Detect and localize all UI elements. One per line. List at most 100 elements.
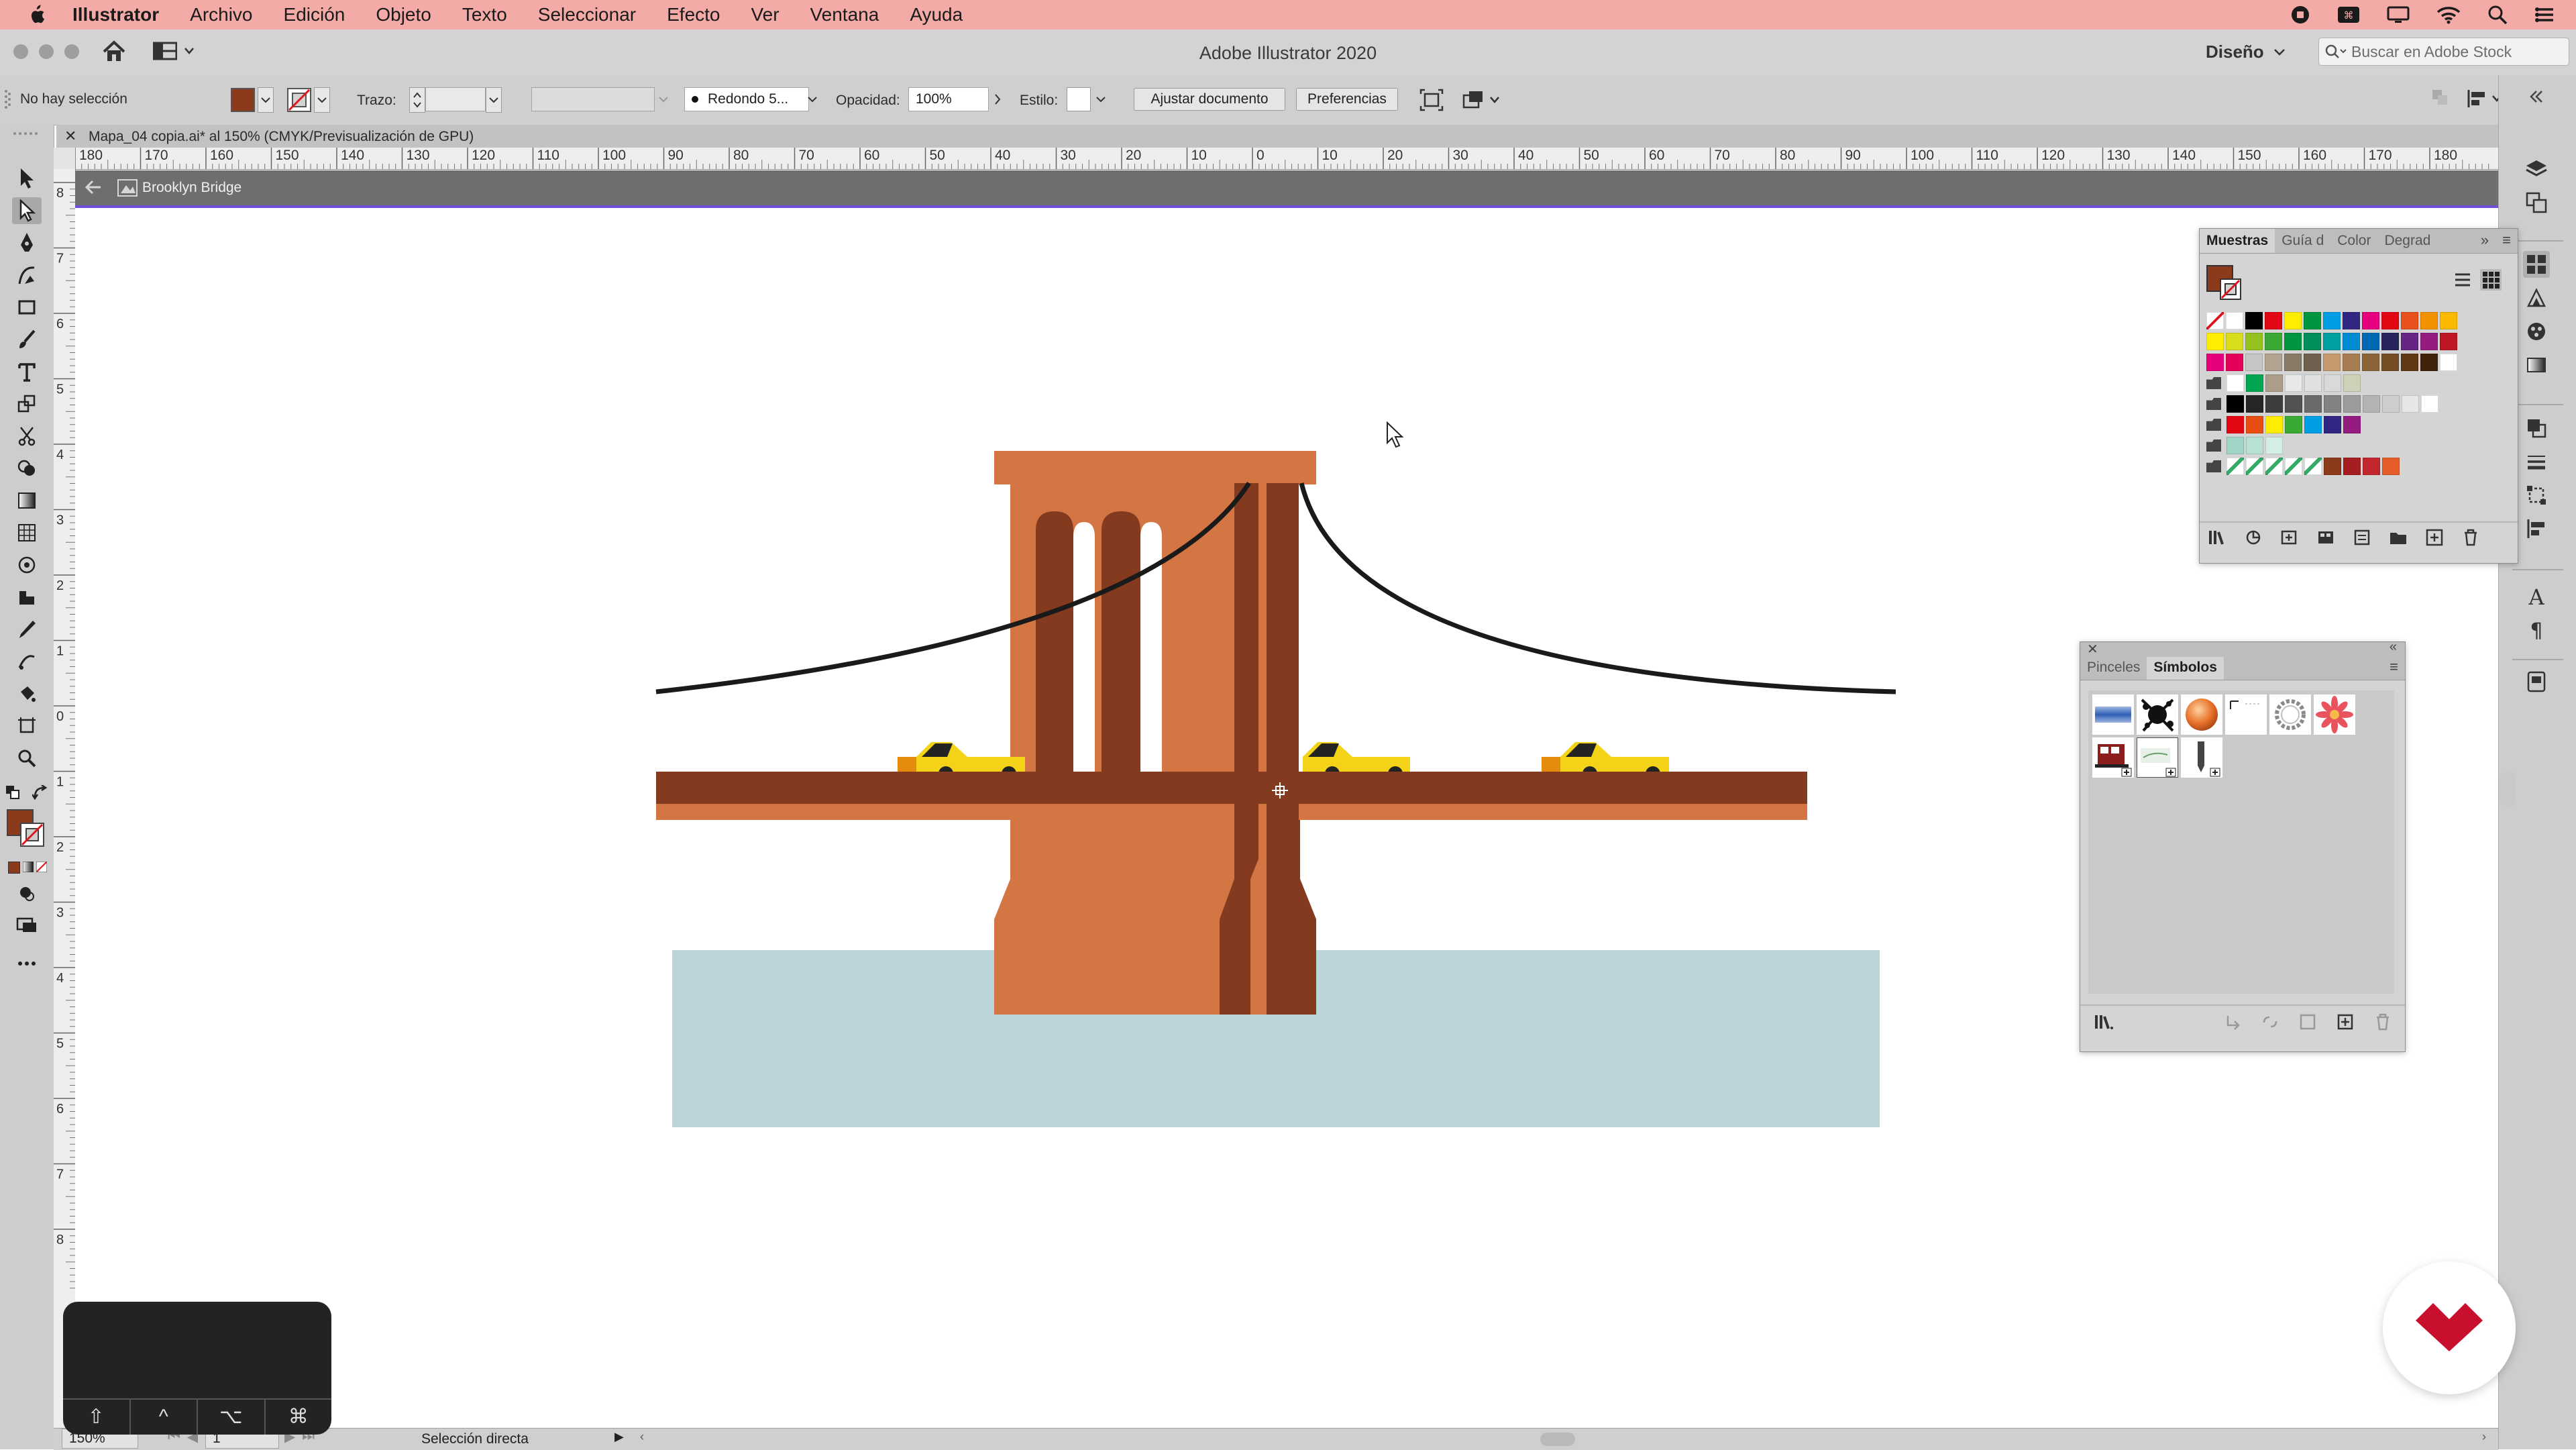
color-swatch[interactable] — [2362, 312, 2379, 329]
symbol-sprayer-tool-icon[interactable] — [12, 552, 42, 578]
symbols-icon[interactable] — [2523, 318, 2550, 345]
chevron-down-icon[interactable] — [314, 87, 330, 113]
ruler-origin[interactable] — [54, 148, 76, 170]
add-to-library-icon[interactable] — [2280, 528, 2299, 547]
brush-definition-select[interactable]: Redondo 5... — [684, 87, 809, 111]
color-swatch[interactable] — [2284, 333, 2302, 350]
dashed-frame-symbol[interactable] — [2225, 694, 2267, 735]
menu-ventana[interactable]: Ventana — [810, 4, 879, 25]
character-icon[interactable]: A — [2523, 584, 2550, 611]
apple-menu-icon[interactable] — [27, 4, 46, 25]
color-swatch[interactable] — [2323, 354, 2341, 371]
chevron-down-icon[interactable] — [486, 87, 502, 113]
panel-menu-icon[interactable]: ≡ — [2497, 231, 2518, 253]
chevron-down-icon[interactable] — [656, 87, 671, 111]
status-menu-arrow-icon[interactable]: ▶ — [614, 1430, 624, 1444]
screen-mode-icon[interactable] — [12, 911, 42, 938]
none-mode-button[interactable] — [36, 862, 47, 872]
display-icon[interactable] — [2387, 6, 2410, 23]
align-options-button[interactable] — [1461, 89, 1500, 111]
stroke-icon[interactable] — [2523, 448, 2550, 475]
tram-symbol[interactable] — [2092, 737, 2134, 778]
color-swatch[interactable] — [2343, 416, 2361, 433]
chevron-down-icon[interactable] — [805, 87, 820, 111]
color-swatch[interactable] — [2284, 354, 2302, 371]
wifi-icon[interactable] — [2436, 5, 2461, 24]
color-swatch[interactable] — [2265, 374, 2283, 392]
menu-texto[interactable]: Texto — [462, 4, 507, 25]
artboard-tool-icon[interactable] — [12, 713, 42, 739]
pen-tool-icon[interactable] — [12, 229, 42, 256]
mesh-tool-icon[interactable] — [12, 519, 42, 546]
color-swatch[interactable] — [2284, 312, 2302, 329]
pencil-symbol[interactable] — [2181, 737, 2222, 778]
close-tab-icon[interactable]: ✕ — [64, 127, 76, 145]
adobe-stock-search-input[interactable]: Buscar en Adobe Stock — [2318, 38, 2569, 66]
new-symbol-icon[interactable] — [2337, 1013, 2354, 1031]
graphic-style-swatch[interactable] — [1067, 87, 1091, 111]
menu-seleccionar[interactable]: Seleccionar — [538, 4, 636, 25]
color-swatch[interactable] — [2226, 395, 2244, 413]
control-center-icon[interactable] — [2534, 5, 2556, 24]
color-group-folder-icon[interactable] — [2206, 439, 2221, 452]
registration-swatch[interactable] — [2226, 312, 2243, 329]
tab-pinceles[interactable]: Pinceles — [2080, 660, 2147, 680]
color-swatch[interactable] — [2265, 354, 2282, 371]
stepper-icon[interactable] — [409, 87, 425, 113]
color-swatch[interactable] — [2285, 395, 2302, 413]
rotate-scale-tool-icon[interactable] — [12, 391, 42, 417]
pattern-swatch[interactable] — [2246, 458, 2263, 475]
isolation-group-name[interactable]: Brooklyn Bridge — [142, 180, 241, 196]
spotlight-icon[interactable] — [2487, 5, 2508, 25]
symbol-options-icon[interactable] — [2299, 1013, 2316, 1031]
color-swatch[interactable] — [2304, 374, 2322, 392]
color-swatch[interactable] — [2226, 374, 2244, 392]
color-swatch[interactable] — [2246, 416, 2263, 433]
delete-symbol-icon[interactable] — [2374, 1013, 2392, 1031]
edit-toolbar-icon[interactable] — [12, 950, 42, 977]
panel-menu-icon[interactable]: ≡ — [2384, 658, 2405, 680]
red-flower-symbol[interactable] — [2314, 694, 2355, 735]
blend-tool-icon[interactable] — [12, 648, 42, 675]
color-swatch[interactable] — [2265, 437, 2283, 454]
chevron-right-icon[interactable] — [990, 87, 1005, 111]
opacity-input[interactable]: 100% — [908, 87, 989, 111]
gradient-mode-button[interactable] — [23, 862, 34, 872]
tab-color[interactable]: Color — [2330, 233, 2377, 253]
color-swatch[interactable] — [2324, 395, 2341, 413]
color-swatch[interactable] — [2402, 395, 2419, 413]
stroke-weight-input[interactable] — [425, 87, 486, 111]
color-swatch[interactable] — [2304, 354, 2321, 371]
gradient-icon[interactable] — [2523, 352, 2550, 378]
preferences-button[interactable]: Preferencias — [1296, 88, 1398, 111]
color-swatch[interactable] — [2245, 312, 2263, 329]
collapse-panel-icon[interactable]: « — [2390, 639, 2397, 655]
tab-simbolos[interactable]: Símbolos — [2147, 656, 2224, 680]
document-setup-button[interactable]: Ajustar documento — [1134, 88, 1285, 111]
color-swatch[interactable] — [2401, 333, 2418, 350]
color-swatch[interactable] — [2304, 333, 2321, 350]
workspace-switcher[interactable]: Diseño — [2206, 42, 2286, 62]
current-tool-status[interactable]: Selección directa — [421, 1431, 529, 1447]
layers-icon[interactable] — [2523, 156, 2550, 183]
tab-degradado[interactable]: Degrad — [2377, 233, 2437, 253]
pattern-swatch[interactable] — [2226, 458, 2244, 475]
list-view-icon[interactable] — [2453, 270, 2472, 289]
vertical-scrollbar-thumb[interactable] — [2500, 772, 2516, 807]
live-paint-bucket-tool-icon[interactable] — [12, 680, 42, 707]
color-swatch[interactable] — [2285, 416, 2302, 433]
color-swatch[interactable] — [2421, 395, 2438, 413]
color-swatch[interactable] — [2343, 312, 2360, 329]
color-swatch[interactable] — [2245, 354, 2263, 371]
pattern-swatch[interactable] — [2265, 458, 2283, 475]
color-swatch[interactable] — [2401, 312, 2418, 329]
screenshot-icon[interactable]: ⌘ — [2337, 6, 2360, 23]
color-swatch[interactable] — [2304, 395, 2322, 413]
color-mode-button[interactable] — [8, 862, 20, 874]
color-swatch[interactable] — [2246, 374, 2263, 392]
color-swatch[interactable] — [2206, 354, 2224, 371]
color-swatch[interactable] — [2323, 333, 2341, 350]
none-swatch[interactable] — [2206, 312, 2224, 329]
map-block-symbol[interactable] — [2137, 737, 2178, 778]
record-icon[interactable] — [2290, 5, 2310, 25]
